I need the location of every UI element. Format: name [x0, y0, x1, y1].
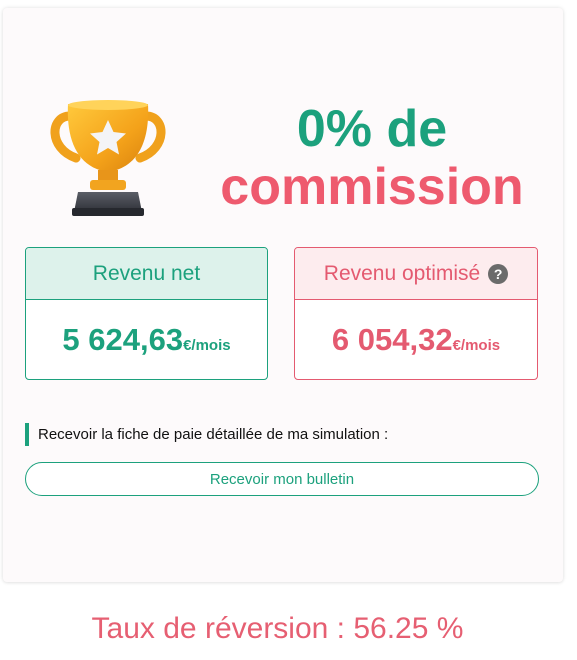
optimized-income-box: Revenu optimisé ? 6 054,32 €/mois: [294, 247, 538, 380]
net-income-box: Revenu net 5 624,63 €/mois: [25, 247, 268, 380]
headline-commission: commission: [220, 158, 524, 216]
payslip-prompt: Recevoir la fiche de paie détaillée de m…: [25, 423, 388, 446]
receive-payslip-button[interactable]: Recevoir mon bulletin: [25, 462, 539, 496]
net-income-value: 5 624,63 €/mois: [26, 300, 267, 379]
net-income-label: Revenu net: [92, 261, 201, 285]
commission-headline: 0% de commission: [190, 103, 554, 213]
trophy-icon: [50, 100, 166, 216]
payslip-prompt-text: Recevoir la fiche de paie détaillée de m…: [38, 426, 389, 443]
question-circle-icon[interactable]: ?: [488, 263, 509, 284]
optimized-income-amount: 6 054,32: [331, 322, 453, 357]
net-income-amount: 5 624,63: [62, 322, 184, 357]
optimized-income-unit: €/mois: [452, 336, 501, 354]
net-income-unit: €/mois: [183, 336, 231, 354]
net-income-header: Revenu net: [26, 248, 267, 300]
receive-payslip-button-label: Recevoir mon bulletin: [209, 470, 355, 488]
optimized-income-label: Revenu optimisé: [323, 261, 481, 285]
accent-bar: [25, 423, 29, 446]
optimized-income-value: 6 054,32 €/mois: [295, 300, 537, 379]
optimized-income-header: Revenu optimisé ?: [295, 248, 537, 300]
headline-percent: 0% de: [296, 100, 448, 158]
reversion-rate: Taux de réversion : 56.25 %: [91, 612, 464, 645]
